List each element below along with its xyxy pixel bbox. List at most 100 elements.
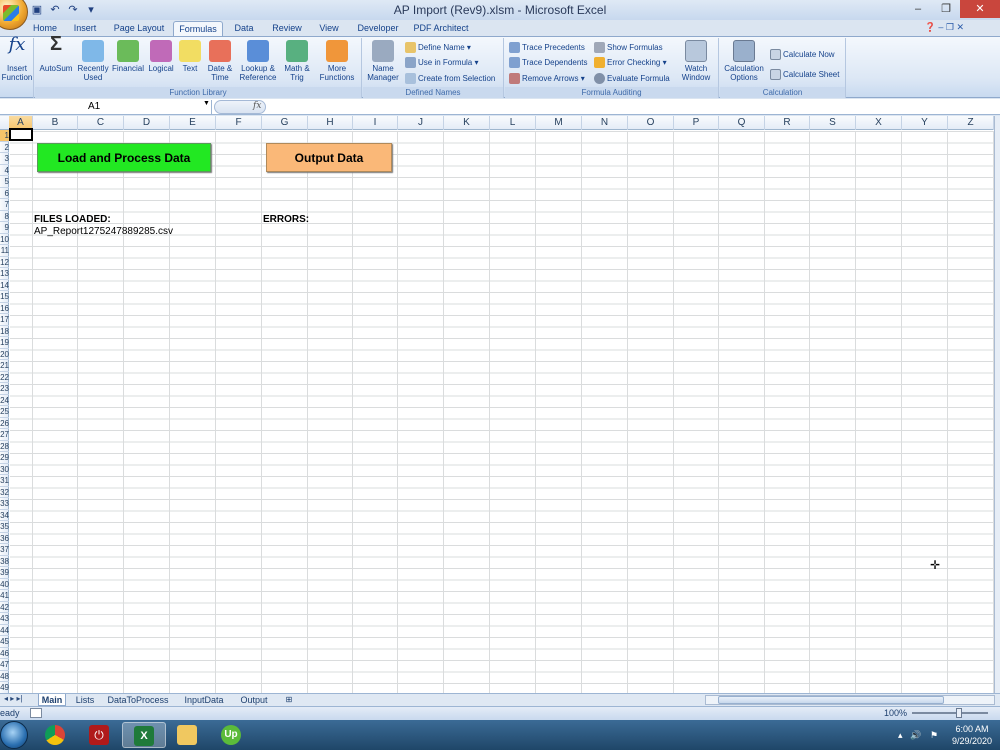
row-header-45[interactable]: 45 [0, 636, 9, 648]
row-header-17[interactable]: 17 [0, 314, 9, 326]
chevron-down-icon[interactable]: ▼ [203, 100, 210, 107]
tab-data[interactable]: Data [228, 21, 260, 36]
column-header-c[interactable]: C [78, 116, 124, 130]
column-header-r[interactable]: R [765, 116, 810, 130]
column-header-e[interactable]: E [170, 116, 216, 130]
calculation-options-button[interactable]: Calculation Options [722, 40, 766, 82]
formula-input[interactable] [268, 100, 998, 114]
column-header-f[interactable]: F [216, 116, 262, 130]
row-header-40[interactable]: 40 [0, 579, 9, 590]
column-header-i[interactable]: I [353, 116, 398, 130]
date-time-button[interactable]: Date & Time [205, 40, 235, 82]
zoom-slider[interactable] [912, 708, 988, 718]
name-box[interactable]: A1 ▼ [0, 100, 212, 114]
horizontal-scrollbar[interactable] [705, 695, 995, 705]
trace-precedents-button[interactable]: Trace Precedents [509, 41, 585, 54]
scroll-thumb[interactable] [718, 696, 944, 704]
start-button[interactable] [0, 721, 28, 749]
taskbar-chrome[interactable] [34, 722, 78, 748]
tab-pdf-architect[interactable]: PDF Architect [410, 21, 472, 36]
row-header-25[interactable]: 25 [0, 406, 9, 418]
tab-formulas[interactable]: Formulas [173, 21, 223, 36]
column-header-x[interactable]: X [856, 116, 902, 130]
evaluate-formula-button[interactable]: Evaluate Formula [594, 72, 670, 85]
row-header-1[interactable]: 1 [0, 130, 9, 142]
show-hidden-icons-icon[interactable]: ▴ [898, 730, 903, 741]
sheet-tab-datatoprocess[interactable]: DataToProcess [104, 694, 172, 706]
text-button[interactable]: Text [177, 40, 203, 73]
row-header-31[interactable]: 31 [0, 475, 9, 487]
taskbar-power[interactable]: ⏻ [78, 722, 122, 748]
row-header-20[interactable]: 20 [0, 349, 9, 360]
worksheet-grid[interactable]: ABCDEFGHIJKLMNOPQRSXYZ 1 2 3 4 5 6 7 8 9 10 11 12 13… [0, 116, 994, 693]
network-icon[interactable]: ⚑ [930, 730, 938, 741]
row-header-26[interactable]: 26 [0, 418, 9, 429]
row-header-32[interactable]: 32 [0, 487, 9, 498]
tab-view[interactable]: View [312, 21, 346, 36]
column-header-d[interactable]: D [124, 116, 170, 130]
row-header-5[interactable]: 5 [0, 176, 9, 188]
row-header-30[interactable]: 30 [0, 464, 9, 475]
output-data-button[interactable]: Output Data [266, 143, 392, 172]
watch-window-button[interactable]: Watch Window [677, 40, 715, 82]
row-header-43[interactable]: 43 [0, 613, 9, 625]
row-header-37[interactable]: 37 [0, 544, 9, 556]
row-header-41[interactable]: 41 [0, 590, 9, 602]
remove-arrows-button[interactable]: Remove Arrows ▾ [509, 72, 585, 85]
row-header-38[interactable]: 38 [0, 556, 9, 567]
sheet-tab-output[interactable]: Output [236, 694, 272, 706]
row-header-24[interactable]: 24 [0, 395, 9, 406]
row-header-22[interactable]: 22 [0, 372, 9, 383]
tab-review[interactable]: Review [266, 21, 308, 36]
active-cell-a1[interactable] [9, 128, 33, 141]
financial-button[interactable]: Financial [111, 40, 145, 73]
column-header-p[interactable]: P [674, 116, 719, 130]
insert-sheet-icon[interactable]: ⊞ [280, 694, 298, 706]
tab-insert[interactable]: Insert [66, 21, 104, 36]
row-header-13[interactable]: 13 [0, 268, 9, 280]
row-header-34[interactable]: 34 [0, 510, 9, 521]
column-header-y[interactable]: Y [902, 116, 948, 130]
row-header-33[interactable]: 33 [0, 498, 9, 510]
sheet-tab-inputdata[interactable]: InputData [180, 694, 228, 706]
column-header-n[interactable]: N [582, 116, 628, 130]
minimize-button[interactable]: – [904, 0, 932, 18]
create-from-selection-button[interactable]: Create from Selection [405, 72, 495, 85]
row-header-42[interactable]: 42 [0, 602, 9, 613]
column-header-j[interactable]: J [398, 116, 444, 130]
row-header-9[interactable]: 9 [0, 222, 9, 234]
sheet-tab-lists[interactable]: Lists [70, 694, 100, 706]
row-header-14[interactable]: 14 [0, 280, 9, 291]
row-header-47[interactable]: 47 [0, 659, 9, 671]
zoom-knob[interactable] [956, 708, 962, 718]
column-header-o[interactable]: O [628, 116, 674, 130]
insert-function-fx-button[interactable]: fx [253, 101, 261, 111]
volume-icon[interactable]: 🔊 [910, 730, 921, 741]
error-checking-button[interactable]: Error Checking ▾ [594, 56, 667, 69]
row-header-4[interactable]: 4 [0, 165, 9, 176]
column-header-s[interactable]: S [810, 116, 856, 130]
row-header-49[interactable]: 49 [0, 682, 9, 693]
taskbar-explorer[interactable] [166, 722, 210, 748]
cell-area[interactable] [10, 131, 994, 693]
taskbar-upwork[interactable]: Up [210, 722, 254, 748]
tab-page-layout[interactable]: Page Layout [108, 21, 170, 36]
calculate-sheet-button[interactable]: Calculate Sheet [770, 68, 839, 81]
load-and-process-data-button[interactable]: Load and Process Data [37, 143, 211, 172]
close-button[interactable]: ✕ [960, 0, 1000, 18]
math-trig-button[interactable]: Math & Trig [281, 40, 313, 82]
column-header-h[interactable]: H [308, 116, 353, 130]
row-header-35[interactable]: 35 [0, 521, 9, 533]
row-header-3[interactable]: 3 [0, 153, 9, 165]
macro-record-icon[interactable] [30, 708, 42, 718]
column-header-g[interactable]: G [262, 116, 308, 130]
row-header-28[interactable]: 28 [0, 441, 9, 452]
row-header-23[interactable]: 23 [0, 383, 9, 395]
column-header-k[interactable]: K [444, 116, 490, 130]
row-header-18[interactable]: 18 [0, 326, 9, 337]
help-icon[interactable]: ❓ – ❐ ✕ [925, 22, 964, 33]
sheet-tab-main[interactable]: Main [38, 694, 66, 706]
row-header-39[interactable]: 39 [0, 567, 9, 579]
column-header-b[interactable]: B [33, 116, 78, 130]
sheet-nav-icon[interactable]: ◂ ▸ ▸| [4, 694, 23, 703]
